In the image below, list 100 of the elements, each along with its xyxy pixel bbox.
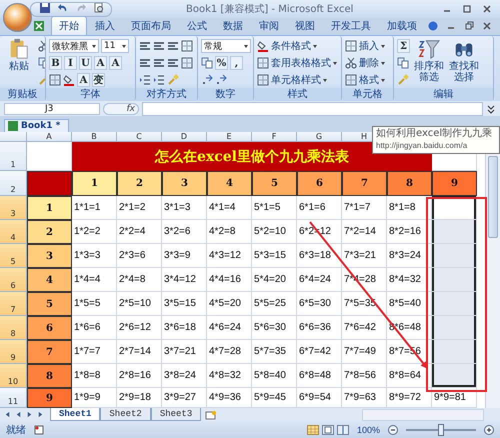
ribbon-button[interactable]: 单元格样式 xyxy=(257,72,337,88)
ribbon-button[interactable]: 套用表格格式 xyxy=(257,55,337,71)
row-header[interactable]: 3 xyxy=(0,196,27,220)
table-cell: 7*7=49 xyxy=(342,340,387,364)
table-cell: 3*7=21 xyxy=(162,340,207,364)
row-label-cell: 4 xyxy=(27,268,72,292)
column-header[interactable]: G xyxy=(297,132,342,142)
header-cell: 9 xyxy=(432,171,477,196)
table-cell: 5*1=5 xyxy=(252,196,297,220)
table-cell: 7*3=21 xyxy=(342,244,387,268)
dropdown-field[interactable]: 微软雅黑 xyxy=(49,39,99,53)
column-header[interactable]: A xyxy=(27,132,72,142)
ribbon-button[interactable]: 删除 xyxy=(345,55,385,71)
ribbon-button[interactable]: 格式 xyxy=(345,72,385,88)
table-cell: 6*3=18 xyxy=(297,244,342,268)
zoom-level: 100% xyxy=(356,425,380,435)
row-header[interactable]: 10 xyxy=(0,364,27,388)
row-label-cell: 9 xyxy=(27,388,72,408)
row-header[interactable]: 7 xyxy=(0,292,27,316)
format-button[interactable]: U xyxy=(79,56,92,70)
table-cell: 1*6=6 xyxy=(72,316,117,340)
format-button[interactable]: 变 xyxy=(92,73,105,87)
insert-function-button[interactable]: fx xyxy=(103,102,139,114)
table-cell: 2*2=4 xyxy=(117,220,162,244)
table-cell: 2*1=2 xyxy=(117,196,162,220)
workbook-tab[interactable]: Book1 * xyxy=(4,119,70,132)
format-button[interactable]: B xyxy=(49,56,62,70)
ribbon-button[interactable]: 条件格式 xyxy=(257,38,337,54)
ribbon-tab[interactable]: 数据 xyxy=(215,16,251,35)
status-text: 就绪 xyxy=(6,424,26,437)
table-cell: 2*8=16 xyxy=(117,364,162,388)
header-cell: 1 xyxy=(72,171,117,196)
ribbon-tab[interactable]: 加载项 xyxy=(379,16,425,35)
format-button[interactable]: % xyxy=(215,56,228,70)
row-header[interactable]: 6 xyxy=(0,268,27,292)
table-cell: 6*7=42 xyxy=(297,340,342,364)
table-cell: 4*1=4 xyxy=(207,196,252,220)
table-cell: 2*7=14 xyxy=(117,340,162,364)
row-header[interactable]: 1 xyxy=(0,142,27,171)
format-button[interactable]: I xyxy=(64,56,77,70)
format-button[interactable]: A xyxy=(109,56,122,70)
table-cell: 2*6=12 xyxy=(117,316,162,340)
group-label: 剪贴板 xyxy=(0,88,45,101)
header-cell: 3 xyxy=(162,171,207,196)
dropdown-field[interactable]: 常规 xyxy=(201,39,251,53)
ribbon-tab[interactable]: 开始 xyxy=(51,16,87,35)
table-cell: 6*8=48 xyxy=(297,364,342,388)
column-header[interactable]: E xyxy=(207,132,252,142)
row-label-cell: 7 xyxy=(27,340,72,364)
ribbon-button[interactable]: 插入 xyxy=(345,38,385,54)
table-cell: 4*5=20 xyxy=(207,292,252,316)
tooltip-text: http://jingyan.baidu.com/a xyxy=(376,140,468,152)
column-header[interactable]: C xyxy=(117,132,162,142)
name-box[interactable]: J3 xyxy=(4,102,100,114)
ribbon-tab[interactable]: 插入 xyxy=(87,16,123,35)
column-header[interactable]: F xyxy=(252,132,297,142)
row-header[interactable]: 5 xyxy=(0,244,27,268)
table-cell: 5*5=25 xyxy=(252,292,297,316)
format-button[interactable]: A xyxy=(77,73,90,87)
table-cell: 4*7=28 xyxy=(207,340,252,364)
ribbon-tab[interactable]: 页面布局 xyxy=(123,16,179,35)
sheet-tab[interactable]: Sheet2 xyxy=(100,408,151,421)
format-button[interactable]: Σ xyxy=(397,39,410,53)
format-button[interactable]: A xyxy=(94,56,107,70)
row-header[interactable]: 2 xyxy=(0,171,27,196)
header-cell: 7 xyxy=(342,171,387,196)
table-cell: 1*1=1 xyxy=(72,196,117,220)
sheet-tab[interactable]: Sheet1 xyxy=(50,408,100,421)
row-header[interactable]: 8 xyxy=(0,316,27,340)
ribbon-button[interactable]: 粘贴 xyxy=(3,38,35,88)
row-label-cell: 5 xyxy=(27,292,72,316)
ribbon-tab[interactable]: 公式 xyxy=(179,16,215,35)
row-header[interactable]: 11 xyxy=(0,388,27,408)
header-cell: 2 xyxy=(117,171,162,196)
row-label-cell: 3 xyxy=(27,244,72,268)
ribbon-tab[interactable]: 视图 xyxy=(287,16,323,35)
table-cell: 3*1=3 xyxy=(162,196,207,220)
ribbon-tab[interactable]: 审阅 xyxy=(251,16,287,35)
table-cell: 3*6=18 xyxy=(162,316,207,340)
table-cell: 4*2=8 xyxy=(207,220,252,244)
table-cell: 5*3=15 xyxy=(252,244,297,268)
ribbon-button[interactable]: 查找和选择 xyxy=(448,38,480,88)
ribbon-tab[interactable]: 开发工具 xyxy=(323,16,379,35)
row-header[interactable]: 4 xyxy=(0,220,27,244)
sheet-tab[interactable]: Sheet3 xyxy=(150,408,202,421)
dropdown-field[interactable]: 11 xyxy=(101,39,129,53)
table-cell: 5*4=20 xyxy=(252,268,297,292)
column-header[interactable]: D xyxy=(162,132,207,142)
table-cell: 3*3=9 xyxy=(162,244,207,268)
ribbon-button[interactable]: 排序和筛选 xyxy=(413,38,445,88)
table-cell: 3*5=15 xyxy=(162,292,207,316)
row-header[interactable]: 9 xyxy=(0,340,27,364)
format-button[interactable]: , xyxy=(230,56,243,70)
table-cell: 3*8=24 xyxy=(162,364,207,388)
group-label: 字体 xyxy=(46,88,135,101)
table-cell: 1*4=4 xyxy=(72,268,117,292)
column-header[interactable]: B xyxy=(72,132,117,142)
table-cell: 2*4=8 xyxy=(117,268,162,292)
table-cell: 5*2=10 xyxy=(252,220,297,244)
table-cell: 4*8=32 xyxy=(207,364,252,388)
